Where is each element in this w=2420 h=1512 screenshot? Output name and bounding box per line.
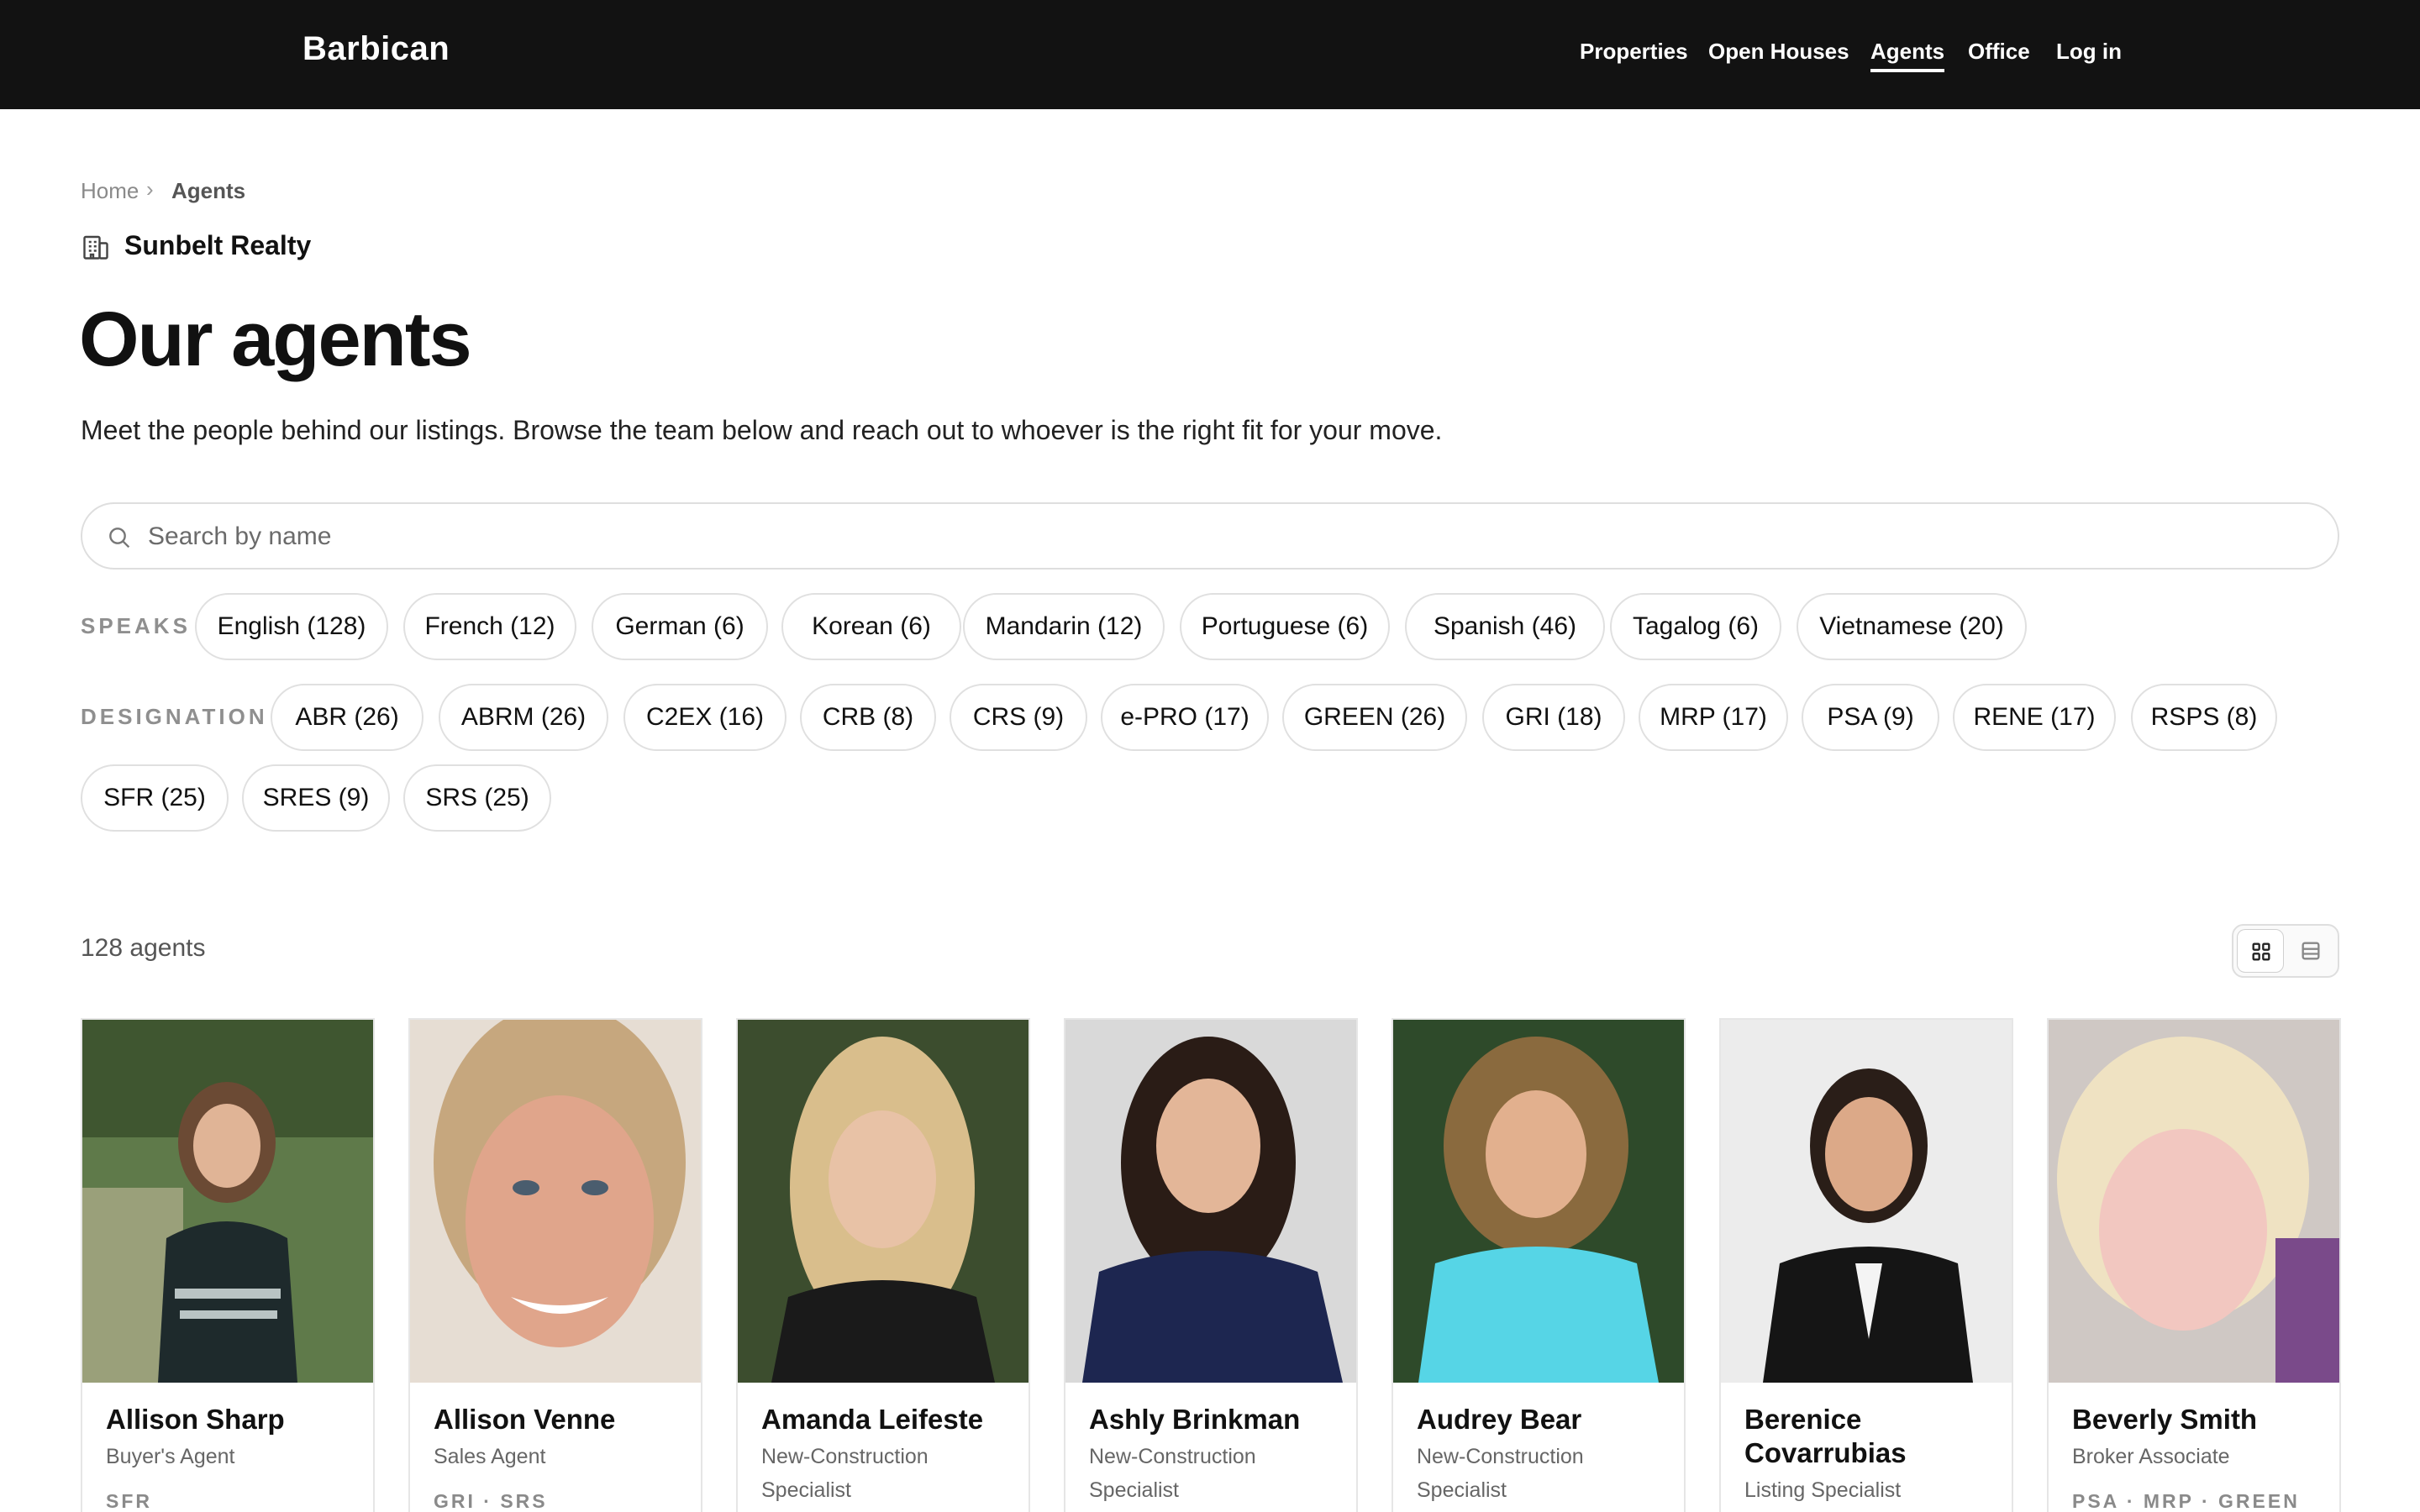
filter-label-designation: DESIGNATION [81,704,268,729]
agent-designations: SFR [106,1490,152,1512]
agent-photo [82,1020,373,1383]
agent-role: Buyer's Agent [106,1445,235,1468]
filter-chip-korean[interactable]: Korean (6) [781,593,961,660]
filter-chip-tagalog[interactable]: Tagalog (6) [1610,593,1781,660]
agent-card[interactable]: Allison Sharp Buyer's Agent SFR [81,1018,375,1512]
agent-card[interactable]: Audrey Bear New-Construction Specialist [1392,1018,1686,1512]
result-count: 128 agents [81,934,206,962]
agent-role: Listing Specialist [1744,1478,1902,1502]
page-subtitle: Meet the people behind our listings. Bro… [81,415,1443,445]
filter-chip-abrm[interactable]: ABRM (26) [439,684,608,751]
filter-chip-rsps[interactable]: RSPS (8) [2131,684,2277,751]
filter-chip-crb[interactable]: CRB (8) [800,684,936,751]
filter-chip-sfr[interactable]: SFR (25) [81,764,229,832]
agent-name: Beverly Smith [2072,1404,2258,1435]
agent-name: Allison Sharp [106,1404,285,1435]
filter-chip-french[interactable]: French (12) [403,593,576,660]
filter-chip-green[interactable]: GREEN (26) [1282,684,1467,751]
breadcrumb-separator: › [146,176,154,202]
agent-card[interactable]: Berenice Covarrubias Listing Specialist [1719,1018,2013,1512]
filter-chip-portuguese[interactable]: Portuguese (6) [1180,593,1390,660]
filter-chip-english[interactable]: English (128) [195,593,388,660]
nav-agents[interactable]: Agents [1870,39,1945,72]
grid-view-icon [2252,942,2270,961]
agent-card[interactable]: Ashly Brinkman New-Construction Speciali… [1064,1018,1358,1512]
top-navbar: Barbican Properties Open Houses Agents O… [0,0,2420,109]
filter-label-speaks: SPEAKS [81,613,191,638]
building-icon [83,235,108,260]
search-input[interactable] [148,514,2299,559]
filter-chip-rene[interactable]: RENE (17) [1953,684,2116,751]
agent-role: New-Construction Specialist [761,1445,929,1502]
agent-card[interactable]: Allison Venne Sales Agent GRI · SRS [408,1018,702,1512]
filter-chip-german[interactable]: German (6) [592,593,768,660]
agent-role: New-Construction Specialist [1089,1445,1256,1502]
filter-chip-mrp[interactable]: MRP (17) [1639,684,1788,751]
agent-role: New-Construction Specialist [1417,1445,1584,1502]
agent-photo [1393,1020,1684,1383]
grid-view-button[interactable] [2237,929,2284,973]
filter-chip-vietnamese[interactable]: Vietnamese (20) [1797,593,2027,660]
filter-chip-gri[interactable]: GRI (18) [1482,684,1625,751]
agent-photo [738,1020,1028,1383]
filter-chip-sres[interactable]: SRES (9) [242,764,390,832]
list-view-icon [2302,942,2320,960]
page-title: Our agents [79,297,472,382]
brand-logo[interactable]: Barbican [302,30,450,68]
filter-chip-spanish[interactable]: Spanish (46) [1405,593,1605,660]
office-name[interactable]: Sunbelt Realty [124,230,311,261]
agent-photo [1065,1020,1356,1383]
list-view-button[interactable] [2287,929,2334,973]
agent-photo [2049,1020,2339,1383]
agent-designations: PSA · MRP · GREEN [2072,1490,2300,1512]
filter-chip-mandarin[interactable]: Mandarin (12) [963,593,1165,660]
search-icon [109,528,130,549]
filter-chip-e-pro[interactable]: e-PRO (17) [1101,684,1269,751]
breadcrumb-home[interactable]: Home [81,178,139,204]
agent-name: Amanda Leifeste [761,1404,984,1435]
view-toggle [2232,924,2339,978]
filter-chip-abr[interactable]: ABR (26) [271,684,424,751]
agent-card[interactable]: Beverly Smith Broker Associate PSA · MRP… [2047,1018,2341,1512]
filter-chip-srs[interactable]: SRS (25) [403,764,551,832]
agent-photo [410,1020,701,1383]
nav-properties[interactable]: Properties [1580,39,1688,72]
agent-card[interactable]: Amanda Leifeste New-Construction Special… [736,1018,1030,1512]
nav-open-houses[interactable]: Open Houses [1708,39,1849,72]
breadcrumb-current: Agents [171,178,246,203]
nav-office[interactable]: Office [1968,39,2030,72]
agent-designations: GRI · SRS [434,1490,548,1512]
agent-name: Berenice Covarrubias [1744,1404,1907,1468]
filter-chip-c2ex[interactable]: C2EX (16) [623,684,786,751]
agent-name: Ashly Brinkman [1089,1404,1301,1435]
agent-role: Sales Agent [434,1445,546,1468]
agent-role: Broker Associate [2072,1445,2230,1468]
filter-chip-crs[interactable]: CRS (9) [950,684,1087,751]
agent-name: Audrey Bear [1417,1404,1582,1435]
agent-photo [1721,1020,2012,1383]
filter-chip-psa[interactable]: PSA (9) [1802,684,1939,751]
nav-log-in[interactable]: Log in [2056,39,2122,72]
search-bar[interactable] [81,502,2339,570]
agent-name: Allison Venne [434,1404,616,1435]
